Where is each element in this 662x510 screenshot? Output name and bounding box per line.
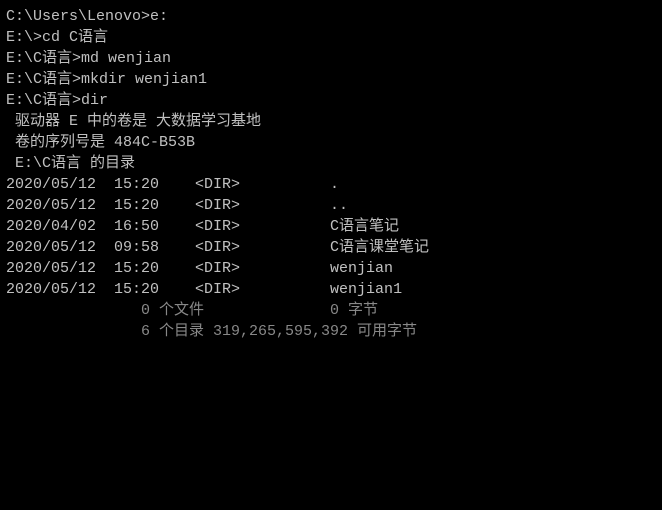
prompt-line-0: C:\Users\Lenovo>e:: [6, 6, 656, 27]
dir-entry-classnotes: 2020/05/12 09:58 <DIR> C语言课堂笔记: [6, 237, 656, 258]
dir-entry-dot: 2020/05/12 15:20 <DIR> .: [6, 174, 656, 195]
dir-entry-wenjian: 2020/05/12 15:20 <DIR> wenjian: [6, 258, 656, 279]
prompt-line-dir: E:\C语言>dir: [6, 90, 656, 111]
serial-info: 卷的序列号是 484C-B53B: [6, 132, 656, 153]
prompt-line-md: E:\C语言>md wenjian: [6, 48, 656, 69]
summary-dirs: 6 个目录 319,265,595,392 可用字节: [6, 321, 656, 342]
dir-entry-wenjian1: 2020/05/12 15:20 <DIR> wenjian1: [6, 279, 656, 300]
directory-path: E:\C语言 的目录: [6, 153, 656, 174]
dir-entry-dotdot: 2020/05/12 15:20 <DIR> ..: [6, 195, 656, 216]
summary-files: 0 个文件 0 字节: [6, 300, 656, 321]
prompt-line-cd: E:\>cd C语言: [6, 27, 656, 48]
prompt-line-mkdir: E:\C语言>mkdir wenjian1: [6, 69, 656, 90]
volume-info: 驱动器 E 中的卷是 大数据学习基地: [6, 111, 656, 132]
dir-entry-notes: 2020/04/02 16:50 <DIR> C语言笔记: [6, 216, 656, 237]
